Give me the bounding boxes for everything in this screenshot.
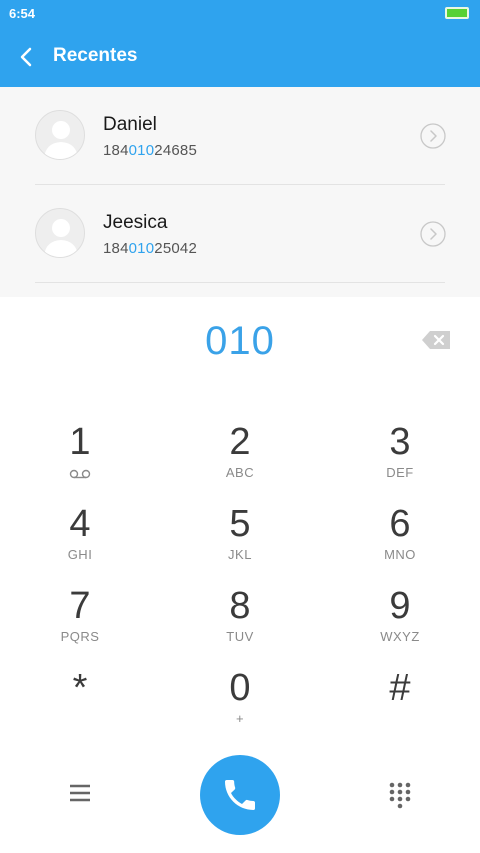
menu-icon[interactable] <box>66 781 94 805</box>
key-digit: 7 <box>69 585 91 627</box>
key-5[interactable]: 5 JKL <box>160 492 320 574</box>
backspace-icon[interactable] <box>420 329 452 351</box>
contact-number: 18401024685 <box>103 142 197 159</box>
voicemail-icon <box>69 466 91 479</box>
contact-name: Jeesica <box>103 212 168 233</box>
key-hash[interactable]: # <box>320 656 480 738</box>
contact-name: Daniel <box>103 114 157 135</box>
person-avatar-icon <box>35 208 85 258</box>
divider <box>35 282 445 283</box>
key-1[interactable]: 1 <box>0 410 160 492</box>
key-4[interactable]: 4 GHI <box>0 492 160 574</box>
key-6[interactable]: 6 MNO <box>320 492 480 574</box>
dialpad-icon[interactable] <box>388 781 412 809</box>
key-letters: + <box>235 711 245 726</box>
key-letters: WXYZ <box>380 629 420 644</box>
page-title: Recentes <box>53 45 138 66</box>
key-digit: 8 <box>229 585 251 627</box>
chevron-right-circle-icon[interactable] <box>420 123 446 149</box>
battery-icon <box>445 7 469 19</box>
status-bar: 6:54 <box>0 0 480 26</box>
key-letters: ABC <box>225 465 255 480</box>
key-8[interactable]: 8 TUV <box>160 574 320 656</box>
key-digit: 1 <box>69 421 91 463</box>
key-digit: * <box>72 667 88 709</box>
recent-contacts-list: Daniel 18401024685 Jeesica 18401025042 <box>0 87 480 297</box>
key-digit: 4 <box>69 503 91 545</box>
header: Recentes <box>0 26 480 87</box>
key-9[interactable]: 9 WXYZ <box>320 574 480 656</box>
key-digit: # <box>389 667 411 709</box>
key-digit: 9 <box>389 585 411 627</box>
key-letters: MNO <box>384 547 416 562</box>
bottom-bar <box>0 755 480 835</box>
key-letters: TUV <box>226 629 254 644</box>
contact-number: 18401025042 <box>103 240 197 257</box>
contact-item[interactable]: Daniel 18401024685 <box>0 87 480 185</box>
key-digit: 0 <box>229 667 251 709</box>
key-2[interactable]: 2 ABC <box>160 410 320 492</box>
key-7[interactable]: 7 PQRS <box>0 574 160 656</box>
key-digit: 6 <box>389 503 411 545</box>
key-star[interactable]: * <box>0 656 160 738</box>
key-letters: GHI <box>67 547 93 562</box>
chevron-right-circle-icon[interactable] <box>420 221 446 247</box>
key-digit: 3 <box>389 421 411 463</box>
key-0[interactable]: 0 + <box>160 656 320 738</box>
dial-display: 010 <box>0 297 480 392</box>
dialpad: 1 2 ABC 3 DEF 4 GHI 5 JKL 6 MNO 7 PQRS 8… <box>0 410 480 740</box>
key-letters: DEF <box>386 465 414 480</box>
contact-item[interactable]: Jeesica 18401025042 <box>0 185 480 283</box>
key-digit: 5 <box>229 503 251 545</box>
key-letters: JKL <box>228 547 252 562</box>
phone-icon <box>225 780 255 810</box>
key-letters: PQRS <box>60 629 100 644</box>
key-3[interactable]: 3 DEF <box>320 410 480 492</box>
back-arrow-icon[interactable] <box>14 42 40 72</box>
dial-input[interactable]: 010 <box>0 319 480 364</box>
status-time: 6:54 <box>9 6 36 21</box>
call-button[interactable] <box>200 755 280 835</box>
person-avatar-icon <box>35 110 85 160</box>
key-digit: 2 <box>229 421 251 463</box>
